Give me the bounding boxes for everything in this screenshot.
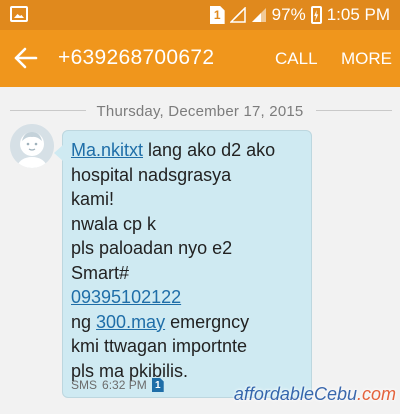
call-button[interactable]: CALL: [275, 49, 318, 69]
sim-badge-icon: 1: [151, 378, 164, 392]
no-signal-icon: [229, 7, 246, 23]
message-link[interactable]: Ma.nkitxt: [71, 140, 143, 160]
watermark-tld: .com: [356, 384, 396, 404]
more-button[interactable]: MORE: [341, 49, 392, 69]
message-type: SMS: [71, 378, 98, 392]
signal-strength-icon: [251, 8, 266, 22]
message-link[interactable]: 300.may: [96, 312, 165, 332]
message-line: ng 300.may emergncy: [71, 310, 307, 335]
message-line-text: lang ako d2 ako: [143, 140, 276, 160]
watermark: affordableCebu.com: [234, 384, 396, 405]
message-line: nwala cp k: [71, 213, 157, 234]
message-line: 09395102122: [71, 285, 307, 310]
sim-card-icon: 1: [209, 6, 225, 24]
message-line: pls paloadan nyo e2: [71, 238, 233, 258]
message-line: kami!: [71, 189, 115, 209]
message-text: Ma.nkitxt lang ako d2 ako hospital nadsg…: [71, 138, 307, 383]
status-bar: 1 97% 1:05 PM: [0, 0, 400, 30]
message-meta: SMS 6:32 PM 1: [71, 378, 164, 392]
battery-percent: 97%: [271, 5, 306, 24]
clock: 1:05 PM: [326, 5, 390, 24]
phone-number-link[interactable]: 09395102122: [71, 287, 181, 307]
message-line-text: ng: [71, 311, 97, 332]
contact-avatar-icon[interactable]: [10, 124, 54, 168]
message-line: Ma.nkitxt lang ako d2 ako: [71, 138, 307, 163]
date-separator: Thursday, December 17, 2015: [0, 98, 400, 124]
message-line: kmi ttwagan importnte: [71, 336, 248, 356]
message-line: hospital nadsgrasya: [71, 164, 232, 185]
divider: [316, 110, 392, 111]
message-line-text: emergncy: [165, 311, 250, 332]
message-line: Smart#: [71, 262, 130, 283]
sim-badge-number: 1: [154, 379, 161, 391]
date-separator-text: Thursday, December 17, 2015: [96, 102, 304, 120]
conversation-header: +639268700672 CALL MORE: [0, 30, 400, 87]
sim-slot-number: 1: [213, 8, 221, 22]
battery-charging-icon: [310, 6, 322, 24]
divider: [10, 110, 86, 111]
status-indicators: 1 97% 1:05 PM: [209, 0, 390, 30]
back-arrow-icon[interactable]: [12, 44, 40, 72]
watermark-brand: affordableCebu: [233, 384, 357, 404]
incoming-message-bubble[interactable]: Ma.nkitxt lang ako d2 ako hospital nadsg…: [54, 130, 312, 398]
contact-number: +639268700672: [58, 46, 215, 69]
message-time: 6:32 PM: [102, 378, 147, 392]
gallery-notification-icon: [10, 6, 28, 22]
